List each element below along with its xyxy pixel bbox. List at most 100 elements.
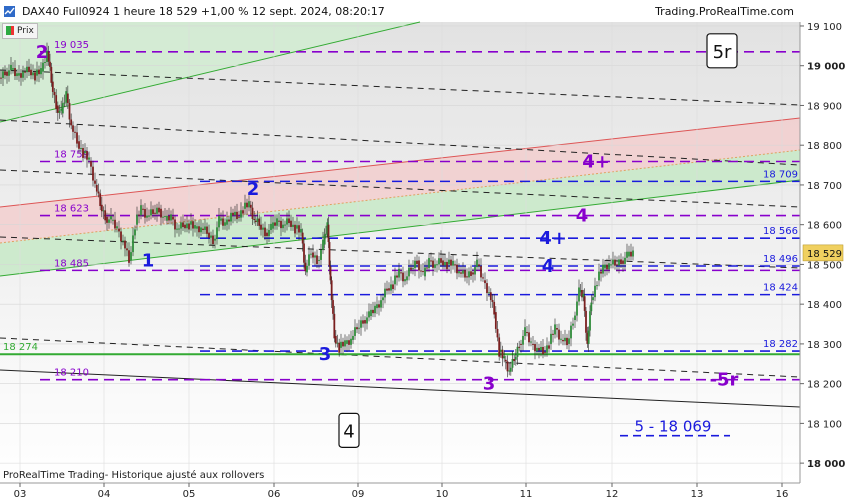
candle-body [118,228,120,232]
candle-body [164,215,166,217]
candle-body [450,259,452,266]
candle-body [532,343,534,345]
candle-body [184,224,186,229]
candle-body [186,223,188,229]
candle-body [506,361,509,372]
candle-body [58,110,61,113]
candle-body [314,255,316,258]
candle-body [136,214,138,225]
candle-body [489,292,492,301]
candle-body [366,317,368,324]
candle-body [94,180,96,184]
candle-body [323,234,326,245]
price-chart[interactable]: 19 03518 75918 70918 62318 56618 49618 4… [0,0,850,500]
candle-body [406,276,408,281]
candle-body [378,304,380,308]
candle-body [358,327,360,329]
candle-body [478,264,480,267]
candle-body [110,215,112,220]
candle-body [22,71,24,78]
candle-body [49,61,51,67]
boxed-label-1: 4 [343,421,354,442]
chart-footer: ProRealTime Trading- Historique ajusté a… [3,470,265,481]
candle-body [526,331,528,333]
candle-body [36,69,38,76]
candle-body [108,219,110,223]
candle-body [332,300,334,314]
candle-body [266,232,268,237]
candle-body [416,260,418,265]
candle-body [240,210,242,218]
candle-body [618,259,620,266]
candle-body [589,311,591,331]
candle-body [460,272,462,274]
y-tick-label-2: 18 200 [807,380,842,391]
wave-label-7: 4+ [539,228,567,249]
x-tick-label-2: 05 [183,489,196,500]
candle-body [540,346,542,351]
y-tick-label-5: 18 500 [807,260,842,271]
candle-body [82,147,84,158]
level-label-3: 18 623 [54,204,89,215]
candle-body [116,226,118,229]
candle-body [198,226,200,233]
candle-body [174,219,176,230]
candle-body [288,218,290,224]
candle-body [396,275,398,278]
candle-body [138,214,140,216]
candle-body [66,93,69,103]
candle-body [268,229,270,237]
candle-body [632,250,634,257]
candle-body [504,359,507,362]
level-label-0: 19 035 [54,40,89,51]
candle-body [456,264,458,274]
candle-body [400,272,402,274]
candle-body [596,285,598,287]
candle-body [18,73,20,76]
candle-body [170,214,172,221]
candle-body [60,108,63,111]
candle-body [372,309,374,314]
candle-body [294,224,296,234]
level-label-8: 18 282 [763,339,798,350]
candle-body [63,102,66,104]
candle-body [180,222,182,229]
legend-prix[interactable]: Prix [2,23,38,39]
candle-body [182,222,184,228]
candle-body [394,275,396,285]
candle-body [264,227,266,237]
candle-body [272,222,274,229]
candle-body [328,242,331,267]
candle-body [176,228,178,230]
candle-body [270,223,272,230]
candle-body [516,346,519,357]
candle-body [298,225,300,233]
candle-body [258,218,261,226]
candle-body [65,91,68,103]
candle-body [408,267,410,277]
candle-body [518,346,521,348]
candle-body [498,337,501,357]
wave-label-3: 3 [319,344,332,365]
candle-body [386,288,388,291]
candle-body [574,315,576,321]
candle-body [572,323,574,326]
boxed-label-0: 5r [713,42,732,63]
candle-body [251,207,254,219]
candle-body [484,280,486,284]
candle-body [224,222,226,226]
candle-body [204,226,206,230]
candle-body [99,193,102,207]
candle-body [78,141,80,149]
site-name[interactable]: Trading.ProRealTime.com [655,5,794,18]
x-tick-label-9: 16 [776,489,789,500]
candle-body [112,219,114,221]
candle-body [200,227,202,233]
candle-body [226,219,228,225]
candle-body [348,340,350,345]
x-tick-label-1: 04 [98,489,111,500]
candle-body [614,259,616,266]
candle-body [296,225,298,229]
candle-body [42,62,44,72]
candle-body [520,343,522,345]
